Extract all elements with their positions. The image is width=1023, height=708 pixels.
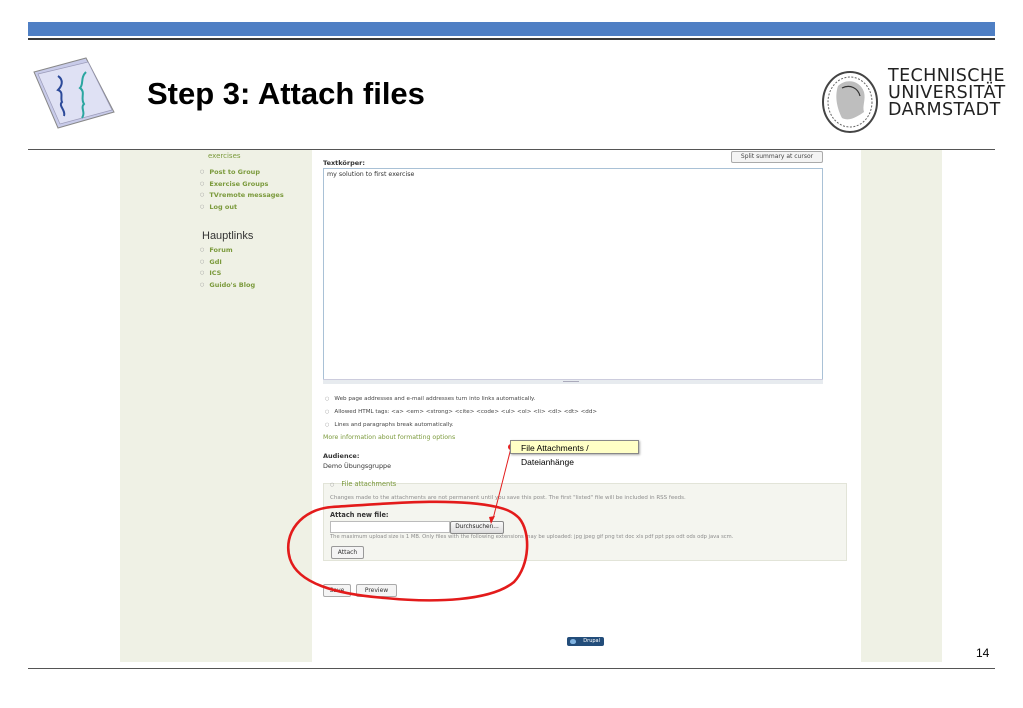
footer-separator [28, 668, 995, 669]
highlight-ellipse [287, 500, 529, 602]
callout-arrowhead-icon [489, 516, 495, 524]
page-number: 14 [976, 646, 990, 660]
callout-box: File Attachments / Dateianhänge [510, 440, 639, 467]
annotation-overlay [287, 447, 529, 602]
